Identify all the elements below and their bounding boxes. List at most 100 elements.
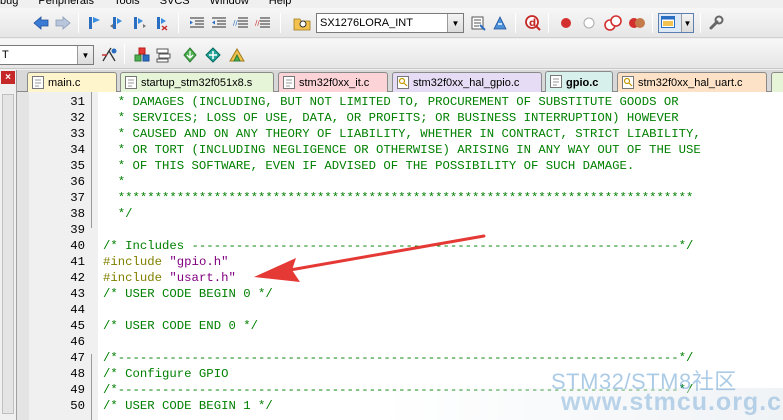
line-number: 40 xyxy=(70,239,85,253)
code-token: "usart.h" xyxy=(169,271,236,285)
line-text: #include "gpio.h" xyxy=(103,254,228,270)
code-line[interactable]: 46 xyxy=(17,334,783,350)
code-line[interactable]: 32 * SERVICES; LOSS OF USE, DATA, OR PRO… xyxy=(17,110,783,126)
toolbar-separator xyxy=(124,44,125,64)
code-line[interactable]: 39 xyxy=(17,222,783,238)
tab-main-c[interactable]: main.c xyxy=(27,72,117,92)
file-select[interactable]: T ▼ xyxy=(0,45,94,65)
line-number: 47 xyxy=(70,351,85,365)
line-text: #include "usart.h" xyxy=(103,270,236,286)
toolbar-build: T ▼ xyxy=(0,39,783,69)
file-select-value: T xyxy=(2,49,9,61)
file-c-icon xyxy=(32,76,44,89)
code-token: "gpio.h" xyxy=(169,255,229,269)
uncomment-icon[interactable]: // xyxy=(254,14,272,32)
project-panel-scrollbar[interactable] xyxy=(2,94,14,414)
breakpoint-disabled-icon[interactable] xyxy=(580,14,598,32)
line-text: * DAMAGES (INCLUDING, BUT NOT LIMITED TO… xyxy=(103,94,679,110)
chevron-down-icon[interactable]: ▼ xyxy=(681,14,693,32)
code-line[interactable]: 35 * OF THIS SOFTWARE, EVEN IF ADVISED O… xyxy=(17,158,783,174)
download-alt-icon[interactable] xyxy=(204,46,222,64)
code-line[interactable]: 36 * xyxy=(17,174,783,190)
window-layout-select[interactable]: ▼ xyxy=(658,13,694,33)
comment-icon[interactable]: // xyxy=(232,14,250,32)
download-icon[interactable] xyxy=(181,46,199,64)
code-token: * OR TORT (INCLUDING NEGLIGENCE OR OTHER… xyxy=(103,143,701,157)
code-line[interactable]: 42 #include "usart.h" xyxy=(17,270,783,286)
target-select[interactable]: SX1276LORA_INT ▼ xyxy=(316,13,464,33)
menu-peripherals[interactable]: Peripherals xyxy=(38,0,94,8)
line-text: * OF THIS SOFTWARE, EVEN IF ADVISED OF T… xyxy=(103,158,635,174)
wrench-icon[interactable] xyxy=(707,14,725,32)
code-line[interactable]: 31 * DAMAGES (INCLUDING, BUT NOT LIMITED… xyxy=(17,94,783,110)
tab-overflow[interactable] xyxy=(771,72,783,92)
close-icon[interactable]: × xyxy=(1,71,15,84)
line-number: 38 xyxy=(70,207,85,221)
menu-bar: bug Peripherals Tools SVCS Window Help xyxy=(0,0,783,8)
menu-help[interactable]: Help xyxy=(269,0,292,8)
line-text: ****************************************… xyxy=(103,190,694,206)
line-text: /* USER CODE END 0 */ xyxy=(103,318,258,334)
bookmark-clear-icon[interactable] xyxy=(152,14,170,32)
code-token: /*--------------------------------------… xyxy=(103,351,694,365)
chevron-down-icon[interactable]: ▼ xyxy=(447,14,463,32)
code-line[interactable]: 38 */ xyxy=(17,206,783,222)
bookmark-prev-icon[interactable] xyxy=(108,14,126,32)
line-text: * SERVICES; LOSS OF USE, DATA, OR PROFIT… xyxy=(103,110,679,126)
select-target-icon[interactable] xyxy=(228,46,246,64)
line-text: /* USER CODE BEGIN 0 */ xyxy=(103,286,273,302)
bookmark-icon[interactable] xyxy=(86,14,104,32)
code-line[interactable]: 44 xyxy=(17,302,783,318)
line-number: 41 xyxy=(70,255,85,269)
indent-icon[interactable] xyxy=(188,14,206,32)
code-token: /* USER CODE BEGIN 0 */ xyxy=(103,287,273,301)
code-line[interactable]: 41 #include "gpio.h" xyxy=(17,254,783,270)
tab-gpio-c[interactable]: gpio.c xyxy=(545,71,613,93)
target-options-icon[interactable] xyxy=(469,14,487,32)
tab-label: main.c xyxy=(48,76,81,89)
back-icon[interactable] xyxy=(32,14,50,32)
bookmark-next-icon[interactable] xyxy=(130,14,148,32)
load-icon[interactable] xyxy=(491,14,509,32)
code-line[interactable]: 37 *************************************… xyxy=(17,190,783,206)
build-target-icon[interactable] xyxy=(133,46,151,64)
code-line[interactable]: 45 /* USER CODE END 0 */ xyxy=(17,318,783,334)
breakpoint-kill-all-icon[interactable] xyxy=(628,14,646,32)
line-number: 35 xyxy=(70,159,85,173)
forward-icon[interactable] xyxy=(54,14,72,32)
file-c-icon xyxy=(283,76,295,89)
breakpoint-kill-icon[interactable] xyxy=(604,14,622,32)
tab-label: stm32f0xx_hal_uart.c xyxy=(638,76,743,89)
debug-icon[interactable]: d xyxy=(524,14,542,32)
tab-label: startup_stm32f051x8.s xyxy=(141,76,253,89)
file-c-icon xyxy=(550,75,562,88)
menu-debug[interactable]: bug xyxy=(0,0,18,8)
breakpoint-icon[interactable] xyxy=(557,14,575,32)
menu-window[interactable]: Window xyxy=(210,0,249,8)
menu-svcs[interactable]: SVCS xyxy=(160,0,190,8)
code-token: /* Configure GPIO xyxy=(103,367,229,381)
line-number: 33 xyxy=(70,127,85,141)
code-token: /* USER CODE END 0 */ xyxy=(103,319,258,333)
chevron-down-icon[interactable]: ▼ xyxy=(77,46,93,64)
tab-it-c[interactable]: stm32f0xx_it.c xyxy=(278,72,388,92)
rebuild-icon[interactable] xyxy=(155,46,173,64)
code-token: #include xyxy=(103,271,170,285)
tab-startup-s[interactable]: startup_stm32f051x8.s xyxy=(120,72,274,92)
code-line[interactable]: 40 /* Includes --------------------------… xyxy=(17,238,783,254)
line-number: 49 xyxy=(70,383,85,397)
tab-hal-uart-c[interactable]: stm32f0xx_hal_uart.c xyxy=(617,72,767,92)
find-in-files-icon[interactable] xyxy=(293,14,311,32)
code-line[interactable]: 33 * CAUSED AND ON ANY THEORY OF LIABILI… xyxy=(17,126,783,142)
code-line[interactable]: 34 * OR TORT (INCLUDING NEGLIGENCE OR OT… xyxy=(17,142,783,158)
code-line[interactable]: 43 /* USER CODE BEGIN 0 */ xyxy=(17,286,783,302)
line-number: 50 xyxy=(70,399,85,413)
manage-project-icon[interactable] xyxy=(101,46,119,64)
file-asm-icon xyxy=(125,76,137,89)
line-text: * xyxy=(103,174,125,190)
tab-hal-gpio-c[interactable]: stm32f0xx_hal_gpio.c xyxy=(392,72,542,92)
menu-tools[interactable]: Tools xyxy=(114,0,140,8)
tab-label: gpio.c xyxy=(566,76,599,89)
code-token: * DAMAGES (INCLUDING, BUT NOT LIMITED TO… xyxy=(103,95,679,109)
unindent-icon[interactable] xyxy=(210,14,228,32)
